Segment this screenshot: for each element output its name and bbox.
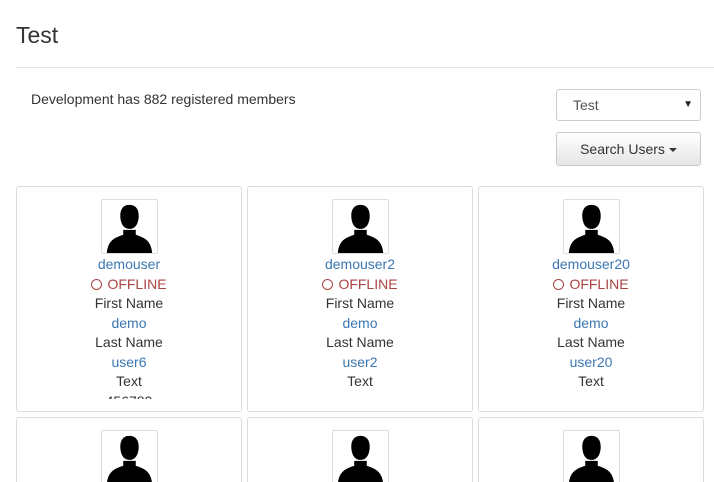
avatar[interactable] <box>101 199 158 254</box>
user-card <box>16 417 242 482</box>
avatar[interactable] <box>332 199 389 254</box>
first-name-label: First Name <box>325 295 395 311</box>
user-card <box>478 417 704 482</box>
status-badge: OFFLINE <box>479 275 703 295</box>
offline-ring-icon <box>91 278 103 290</box>
text-label: Text <box>578 373 604 389</box>
user-silhouette-icon <box>338 435 383 482</box>
first-name-label: First Name <box>94 295 164 311</box>
user-silhouette-icon <box>337 204 384 253</box>
chevron-down-icon: ▼ <box>683 99 693 110</box>
user-silhouette-icon <box>107 435 152 482</box>
user-card <box>247 417 473 482</box>
last-name-label: Last Name <box>557 334 625 350</box>
last-name-label: Last Name <box>95 334 163 350</box>
search-users-label: Search Users <box>580 141 665 157</box>
username-link[interactable]: demouser2 <box>248 255 472 275</box>
caret-down-icon <box>668 148 677 153</box>
status-label: OFFLINE <box>107 275 167 292</box>
username-link[interactable]: demouser <box>17 255 241 275</box>
username-link[interactable]: demouser20 <box>479 255 703 275</box>
first-name-label: First Name <box>556 295 626 311</box>
status-label: OFFLINE <box>338 275 398 292</box>
search-users-button[interactable]: Search Users <box>556 132 701 166</box>
avatar[interactable] <box>332 430 389 482</box>
last-name-value: user2 <box>342 353 378 370</box>
status-badge: OFFLINE <box>17 275 241 295</box>
members-count-text: Development has 882 registered members <box>31 91 296 107</box>
user-silhouette-icon <box>106 204 153 253</box>
status-label: OFFLINE <box>569 275 629 292</box>
avatar[interactable] <box>563 430 620 482</box>
user-card-demouser: demouser OFFLINE First Name demo Last Na… <box>16 186 242 412</box>
avatar[interactable] <box>563 199 620 254</box>
first-name-value: demo <box>342 314 378 331</box>
group-select[interactable]: Test ▼ <box>556 89 701 121</box>
last-name-value: user6 <box>111 353 147 370</box>
last-name-label: Last Name <box>326 334 394 350</box>
first-name-value: demo <box>573 314 609 331</box>
avatar[interactable] <box>101 430 158 482</box>
offline-ring-icon <box>322 278 334 290</box>
user-card-demouser20: demouser20 OFFLINE First Name demo Last … <box>478 186 704 412</box>
text-label: Text <box>116 373 142 389</box>
offline-ring-icon <box>553 278 565 290</box>
user-card-demouser2: demouser2 OFFLINE First Name demo Last N… <box>247 186 473 412</box>
text-label: Text <box>347 373 373 389</box>
group-select-value: Test <box>573 97 599 113</box>
user-silhouette-icon <box>569 435 614 482</box>
title-divider <box>16 67 714 68</box>
first-name-value: demo <box>111 314 147 331</box>
page-title: Test <box>16 22 59 48</box>
user-silhouette-icon <box>568 204 615 253</box>
last-name-value: user20 <box>569 353 613 370</box>
status-badge: OFFLINE <box>248 275 472 295</box>
text-value: 456789 <box>17 392 241 400</box>
